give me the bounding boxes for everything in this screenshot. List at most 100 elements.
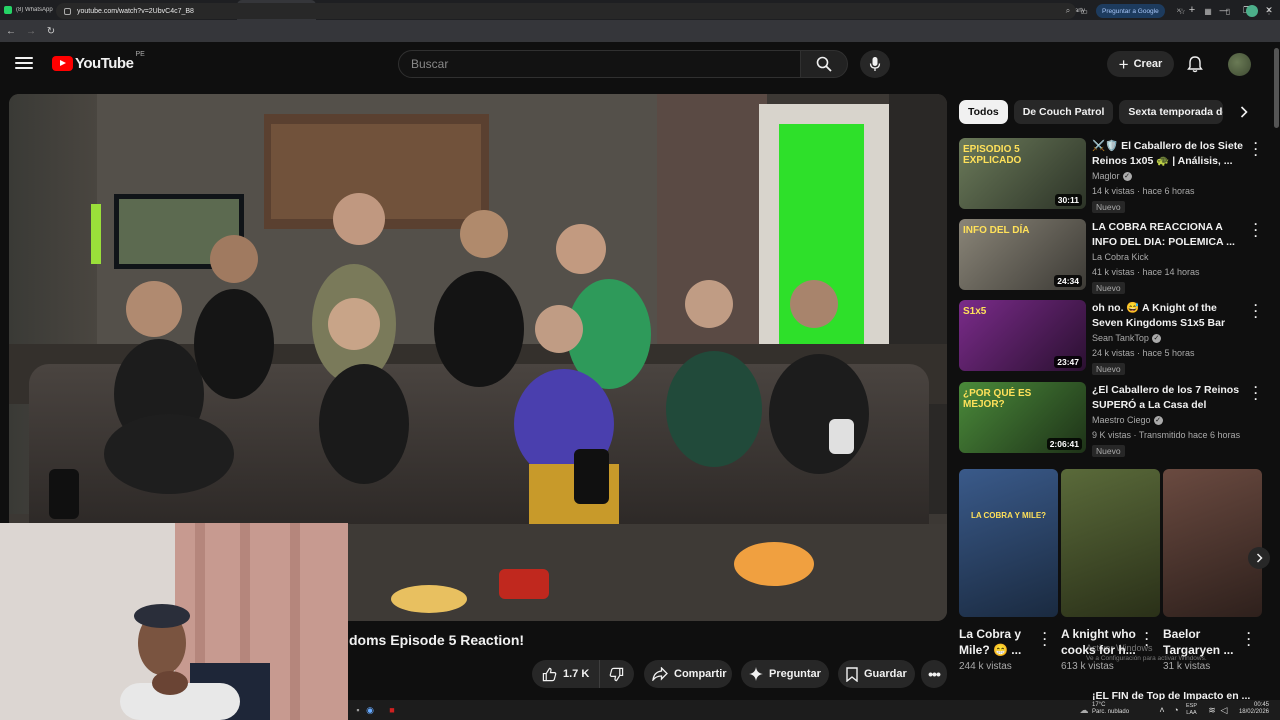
recommendation-item[interactable]: EPISODIO 5 EXPLICADO 30:11 ⚔️🛡️ El Caballe… [959, 137, 1259, 214]
sidepanel-icon[interactable]: ▯ [1222, 5, 1234, 17]
channel-name: Maestro Ciego [1092, 415, 1151, 425]
video-duration: 2:06:41 [1046, 438, 1082, 450]
address-bar: ← → ↻ [0, 20, 1280, 42]
lang-code: ESP [1186, 703, 1198, 709]
search-input[interactable]: Buscar [398, 50, 801, 78]
browser-menu-icon[interactable]: ⋮ [1263, 5, 1275, 17]
profile-icon[interactable] [1246, 5, 1258, 17]
recommendation-title[interactable]: oh no. 😅 A Knight of the Seven Kingdoms … [1092, 301, 1250, 331]
taskbar-app-icon[interactable]: ▪ [352, 704, 364, 716]
ask-google-button[interactable]: Preguntar a Google [1096, 4, 1165, 18]
video-thumbnail[interactable]: ¿POR QUÉ ES MEJOR? 2:06:41 [959, 382, 1086, 453]
channel-row[interactable]: Maglor ✓ [1092, 171, 1132, 182]
microphone-icon [869, 57, 881, 71]
recommendation-item[interactable]: INFO DEL DÍA 24:34 LA COBRA REACCIONA A IN… [959, 218, 1259, 295]
recommendation-title[interactable]: ¿El Caballero de los 7 Reinos SUPERÓ a L… [1092, 383, 1250, 413]
scrollbar-thumb[interactable] [1274, 48, 1279, 128]
bookmark-star-icon[interactable]: ☆ [1176, 5, 1188, 17]
kebab-menu-icon[interactable]: · · · [1042, 627, 1048, 651]
reload-icon[interactable]: ↻ [42, 22, 60, 40]
chip-sixth-season[interactable]: Sexta temporada de … [1119, 100, 1224, 124]
channel-row[interactable]: La Cobra Kick [1092, 252, 1149, 262]
thumbs-down-icon [609, 667, 623, 681]
forward-arrow-icon[interactable]: → [22, 22, 40, 40]
channel-row[interactable]: Maestro Ciego ✓ [1092, 415, 1163, 426]
create-button[interactable]: + Crear [1107, 51, 1174, 77]
thumbnail-caption: INFO DEL DÍA [963, 225, 1030, 236]
verified-icon: ✓ [1151, 334, 1161, 344]
notifications-button[interactable] [1184, 53, 1206, 75]
hamburger-menu-icon[interactable] [14, 54, 34, 72]
ask-button[interactable]: Preguntar [741, 660, 829, 688]
verified-icon: ✓ [1122, 172, 1132, 182]
short-title[interactable]: La Cobra y Mile? 😁 ... [959, 626, 1039, 658]
save-button[interactable]: Guardar [838, 660, 915, 688]
zoom-icon[interactable]: ⌕ [1062, 5, 1074, 17]
view-meta: 14 k vistas · hace 6 horas [1092, 186, 1195, 196]
kebab-menu-icon[interactable]: · · · [1253, 381, 1259, 405]
view-meta: 9 K vistas · Transmitido hace 6 horas [1092, 430, 1241, 440]
channel-row[interactable]: Sean TankTop ✓ [1092, 333, 1161, 344]
dislike-button[interactable] [600, 667, 632, 682]
channel-name: La Cobra Kick [1092, 252, 1149, 262]
extensions-icon[interactable]: ▦ [1202, 5, 1214, 17]
short-views: 244 k vistas [959, 661, 1012, 672]
new-badge: Nuevo [1092, 445, 1125, 457]
short-thumbnail[interactable] [1061, 469, 1160, 617]
short-views: 613 k vistas [1061, 661, 1114, 672]
site-info-icon[interactable] [64, 7, 71, 15]
recommendation-title[interactable]: ⚔️🛡️ El Caballero de los Siete Reinos 1x… [1092, 139, 1250, 169]
lang-sub: LAA [1186, 710, 1197, 716]
short-thumbnail[interactable] [1163, 469, 1262, 617]
language-indicator[interactable]: ESP LAA [1186, 703, 1197, 717]
clock[interactable]: 00:45 18/02/2026 [1231, 702, 1269, 716]
save-label: Guardar [864, 668, 907, 680]
more-horizontal-icon: ••• [928, 666, 941, 682]
search-placeholder: Buscar [411, 57, 449, 71]
wifi-icon[interactable]: ≋ [1206, 704, 1218, 716]
like-count: 1.7 K [563, 668, 590, 680]
share-label: Compartir [674, 668, 727, 680]
bookmark-icon [846, 666, 858, 682]
account-avatar[interactable] [1228, 53, 1251, 76]
back-arrow-icon[interactable]: ← [2, 22, 20, 40]
kebab-menu-icon[interactable]: · · · [1246, 627, 1252, 651]
youtube-logo[interactable]: YouTube PE [52, 51, 145, 72]
video-thumbnail[interactable]: INFO DEL DÍA 24:34 [959, 219, 1086, 290]
filter-chips: Todos De Couch Patrol Sexta temporada de… [959, 100, 1259, 124]
chip-all[interactable]: Todos [959, 100, 1008, 124]
steam-icon[interactable]: ◉ [364, 704, 376, 716]
kebab-menu-icon[interactable]: · · · [1253, 299, 1259, 323]
thumbnail-caption: EPISODIO 5 EXPLICADO [963, 144, 1022, 166]
more-actions-button[interactable]: ••• [921, 660, 947, 688]
url-field[interactable]: youtube.com/watch?v=2UbvC4c7_B8 [56, 3, 1076, 19]
voice-search-button[interactable] [860, 50, 890, 78]
app-icon[interactable]: ■ [386, 704, 398, 716]
chevron-up-icon[interactable]: ˄ [1156, 704, 1168, 716]
page-scrollbar[interactable] [1273, 42, 1280, 700]
chips-next-button[interactable] [1234, 100, 1254, 124]
recommendation-title[interactable]: LA COBRA REACCIONA A INFO DEL DIA: POLEM… [1092, 220, 1250, 250]
bell-icon [1187, 56, 1203, 73]
thumbnail-caption: ¿POR QUÉ ES MEJOR? [963, 388, 1032, 410]
kebab-menu-icon[interactable]: · · · [1253, 137, 1259, 161]
like-button[interactable]: 1.7 K [532, 660, 601, 688]
video-thumbnail[interactable]: S1x5 23:47 [959, 300, 1086, 371]
short-thumbnail[interactable]: LA COBRA Y MILE? [959, 469, 1058, 617]
weather-desc: Parc. nublado [1092, 709, 1130, 715]
video-thumbnail[interactable]: EPISODIO 5 EXPLICADO 30:11 [959, 138, 1086, 209]
recommendation-item[interactable]: S1x5 23:47 oh no. 😅 A Knight of the Seven … [959, 299, 1259, 376]
verified-icon: ✓ [1153, 416, 1163, 426]
sparkle-icon [749, 667, 763, 681]
cast-icon[interactable]: ▭ [1078, 5, 1090, 17]
plus-icon: + [1118, 54, 1129, 74]
shorts-next-button[interactable] [1248, 547, 1270, 569]
network-icon[interactable]: ◔ [1170, 704, 1182, 716]
weather-widget[interactable]: 17°C Parc. nublado [1092, 702, 1129, 716]
search-button[interactable] [800, 50, 848, 78]
share-button[interactable]: Compartir [644, 660, 732, 688]
recommendation-item[interactable]: ¿POR QUÉ ES MEJOR? 2:06:41 ¿El Caballero d… [959, 381, 1259, 458]
volume-icon[interactable]: ◁ [1218, 704, 1230, 716]
chip-couch-patrol[interactable]: De Couch Patrol [1013, 100, 1114, 124]
kebab-menu-icon[interactable]: · · · [1253, 218, 1259, 242]
